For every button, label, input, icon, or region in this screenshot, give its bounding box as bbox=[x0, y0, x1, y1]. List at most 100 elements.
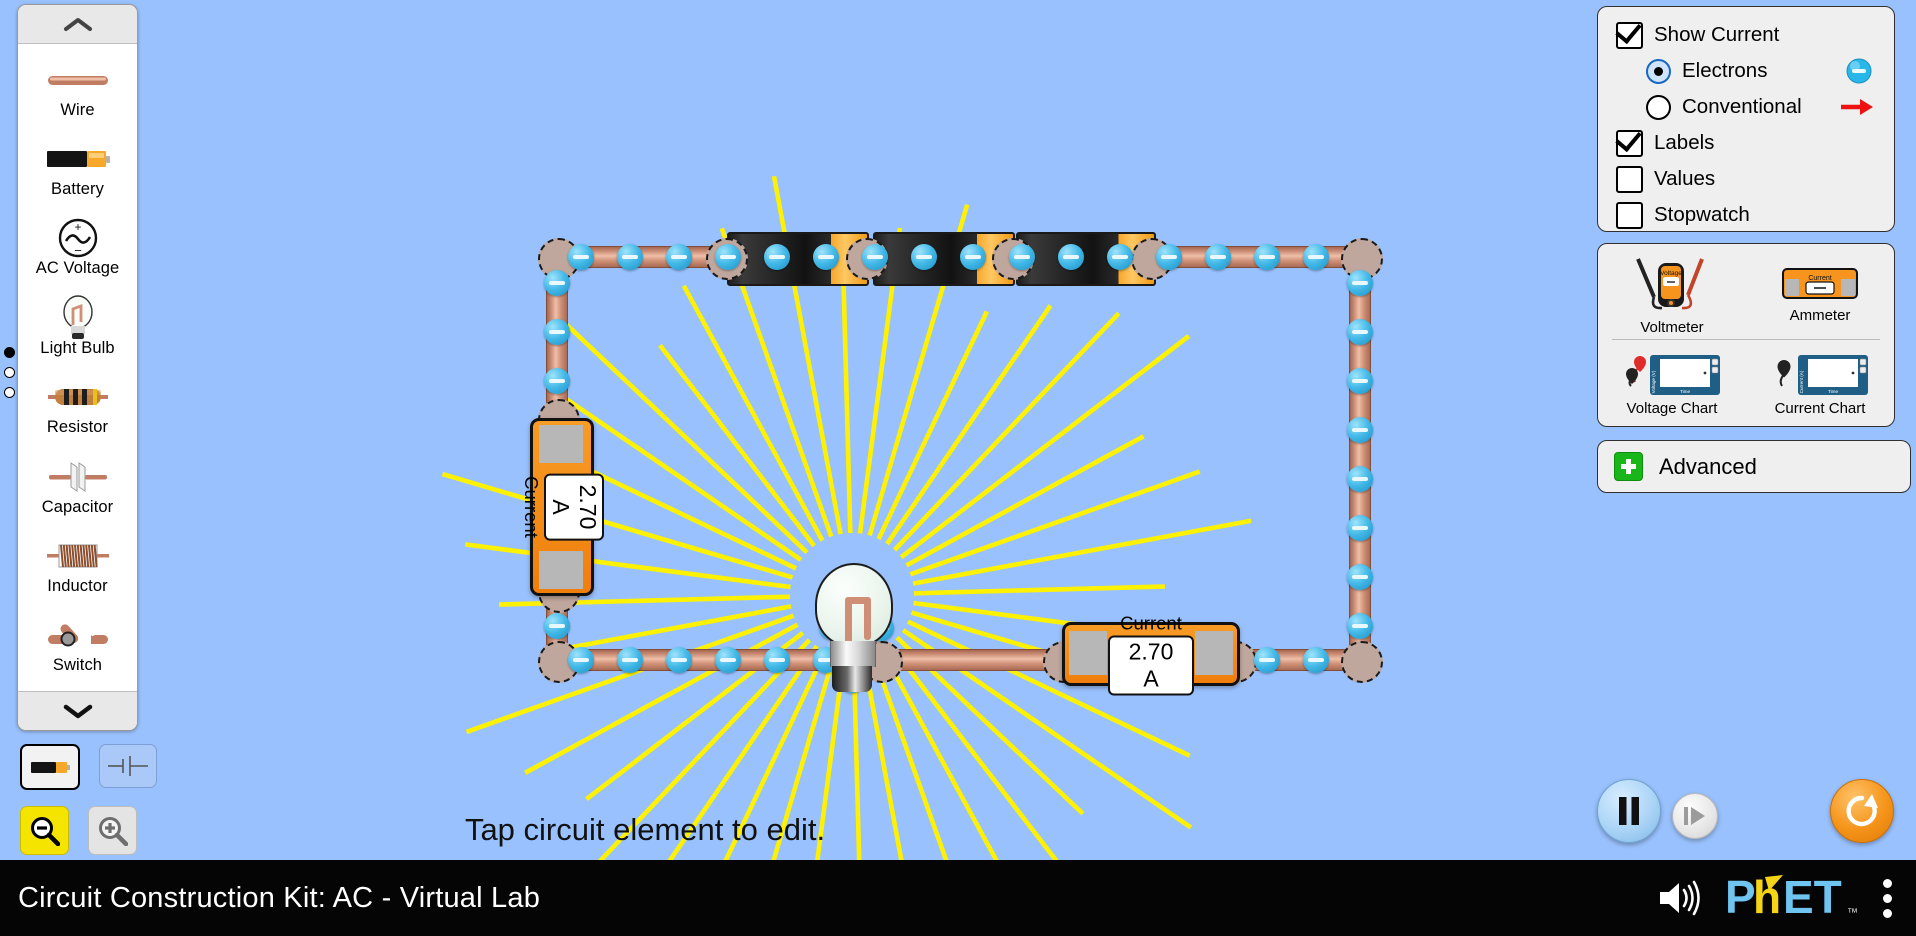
svg-text:™: ™ bbox=[1847, 907, 1857, 919]
reset-icon bbox=[1846, 794, 1878, 827]
svg-text:Voltage: Voltage bbox=[1660, 270, 1682, 277]
ammeter-vertical[interactable]: 2.70 A Current bbox=[521, 418, 604, 596]
stopwatch-checkbox[interactable] bbox=[1616, 201, 1643, 229]
electron bbox=[1303, 647, 1329, 673]
schematic-battery-icon bbox=[108, 756, 148, 776]
electron bbox=[544, 368, 570, 394]
resistor-icon bbox=[47, 377, 109, 417]
circuit-element-toolbox[interactable]: Wire Battery + − AC Voltage Light Bulb Resisto… bbox=[17, 4, 138, 731]
toolbox-item-label: Wire bbox=[60, 100, 95, 119]
svg-text:Time: Time bbox=[1680, 389, 1690, 394]
toolbox-item-wire[interactable]: Wire bbox=[18, 60, 137, 120]
electron bbox=[1058, 244, 1084, 270]
pause-button[interactable] bbox=[1597, 779, 1661, 843]
electron bbox=[1347, 613, 1373, 639]
svg-text:ET: ET bbox=[1783, 875, 1842, 921]
kebab-menu-icon[interactable] bbox=[1879, 875, 1896, 922]
wire-bottom-mid[interactable] bbox=[880, 649, 1062, 671]
light-bulb-icon bbox=[59, 295, 97, 339]
labels-checkbox-row[interactable]: Labels bbox=[1598, 125, 1894, 161]
show-current-checkbox-row[interactable]: Show Current bbox=[1598, 17, 1894, 53]
electrons-radio-row[interactable]: Electrons bbox=[1598, 53, 1894, 89]
svg-text:Time: Time bbox=[1828, 389, 1838, 394]
ammeter-horizontal-value: 2.70 A bbox=[1108, 635, 1194, 696]
electron bbox=[715, 244, 741, 270]
toolbox-scroll-down-button[interactable] bbox=[18, 691, 137, 730]
ammeter-horizontal[interactable]: Current 2.70 A bbox=[1062, 613, 1240, 696]
electron bbox=[715, 647, 741, 673]
voltmeter-icon: Voltage bbox=[1636, 257, 1704, 310]
ammeter-vertical-title: Current bbox=[521, 476, 542, 538]
values-label: Values bbox=[1654, 167, 1716, 190]
step-forward-icon bbox=[1684, 807, 1705, 825]
svg-text:P: P bbox=[1725, 875, 1756, 921]
switch-icon bbox=[47, 615, 109, 655]
ammeter-tool[interactable]: Current Ammeter bbox=[1746, 248, 1894, 339]
zoom-in-button[interactable] bbox=[88, 806, 137, 855]
sound-on-icon[interactable] bbox=[1657, 879, 1703, 917]
toolbox-item-capacitor[interactable]: Capacitor bbox=[18, 457, 137, 517]
voltage-chart-tool[interactable]: Voltage (V) Time Voltage Chart bbox=[1598, 340, 1746, 431]
view-type-toggle[interactable] bbox=[20, 744, 157, 790]
ac-voltage-icon: + − bbox=[57, 218, 99, 258]
wire-icon bbox=[47, 60, 109, 100]
reset-all-button[interactable] bbox=[1830, 779, 1894, 843]
circuit-junction[interactable] bbox=[1341, 641, 1383, 683]
voltage-chart-icon: Voltage (V) Time bbox=[1626, 355, 1720, 396]
page-dot-1[interactable] bbox=[4, 347, 15, 358]
ammeter-icon: Current bbox=[1782, 267, 1858, 299]
schematic-view-button[interactable] bbox=[99, 744, 157, 788]
conventional-label: Conventional bbox=[1682, 95, 1802, 118]
ammeter-vertical-value: 2.70 A bbox=[544, 473, 604, 541]
electron bbox=[911, 244, 937, 270]
toolbox-item-resistor[interactable]: Resistor bbox=[18, 377, 137, 437]
toolbox-item-label: Switch bbox=[52, 656, 103, 675]
zoom-out-button[interactable] bbox=[20, 806, 69, 855]
stopwatch-checkbox-row[interactable]: Stopwatch bbox=[1598, 197, 1894, 233]
battery-icon bbox=[46, 139, 110, 179]
electron bbox=[1347, 270, 1373, 296]
electron bbox=[862, 244, 888, 270]
zoom-controls[interactable] bbox=[20, 806, 137, 855]
advanced-accordion-box[interactable]: Advanced bbox=[1597, 440, 1911, 493]
toolbox-scroll-up-button[interactable] bbox=[18, 5, 137, 44]
labels-checkbox[interactable] bbox=[1616, 129, 1643, 157]
toolbox-item-ac-voltage[interactable]: + − AC Voltage bbox=[18, 218, 137, 278]
sensor-toolbox-panel: Voltage Voltmeter Current Ammeter Voltag… bbox=[1597, 243, 1895, 427]
toolbox-item-label: Inductor bbox=[47, 576, 108, 595]
toolbox-item-label: Capacitor bbox=[41, 497, 114, 516]
phet-logo[interactable]: P h ET ™ bbox=[1725, 875, 1857, 921]
toolbox-item-battery[interactable]: Battery bbox=[18, 139, 137, 199]
voltmeter-label: Voltmeter bbox=[1640, 318, 1704, 336]
step-forward-button[interactable] bbox=[1672, 793, 1718, 839]
electron bbox=[544, 613, 570, 639]
labels-label: Labels bbox=[1654, 131, 1715, 154]
electron bbox=[1156, 244, 1182, 270]
toolbox-item-switch[interactable]: Switch bbox=[18, 615, 137, 675]
advanced-label: Advanced bbox=[1659, 453, 1757, 479]
values-checkbox[interactable] bbox=[1616, 165, 1643, 193]
toolbox-item-light-bulb[interactable]: Light Bulb bbox=[18, 295, 137, 358]
plus-icon[interactable] bbox=[1614, 452, 1643, 481]
conventional-radio[interactable] bbox=[1646, 94, 1671, 120]
electrons-radio[interactable] bbox=[1646, 58, 1671, 84]
display-options-panel: Show Current Electrons Conventional Labe… bbox=[1597, 6, 1895, 232]
values-checkbox-row[interactable]: Values bbox=[1598, 161, 1894, 197]
page-dot-3[interactable] bbox=[4, 387, 15, 398]
electron bbox=[666, 647, 692, 673]
conventional-radio-row[interactable]: Conventional bbox=[1598, 89, 1894, 125]
current-chart-tool[interactable]: Current (A) Time Current Chart bbox=[1746, 340, 1894, 431]
lifelike-view-button[interactable] bbox=[20, 744, 80, 790]
electrons-label: Electrons bbox=[1682, 59, 1768, 82]
page-dot-2[interactable] bbox=[4, 367, 15, 378]
pause-icon bbox=[1619, 797, 1639, 825]
show-current-checkbox[interactable] bbox=[1616, 21, 1643, 49]
toolbox-item-inductor[interactable]: Inductor bbox=[18, 536, 137, 596]
electron bbox=[1347, 417, 1373, 443]
electron bbox=[813, 244, 839, 270]
voltmeter-tool[interactable]: Voltage Voltmeter bbox=[1598, 248, 1746, 339]
toolbox-item-label: Light Bulb bbox=[40, 338, 115, 357]
inductor-icon bbox=[46, 536, 109, 576]
electron bbox=[544, 270, 570, 296]
wire-right[interactable] bbox=[1349, 257, 1371, 660]
